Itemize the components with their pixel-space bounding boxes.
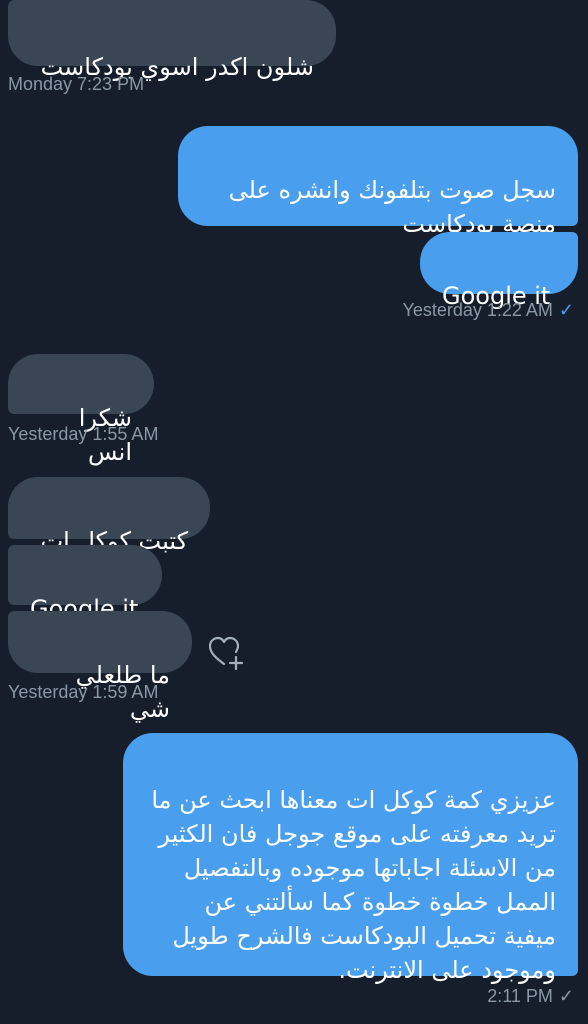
message-timestamp: 2:11 PM ✓ bbox=[487, 986, 574, 1006]
message-text: سجل صوت بتلفونك وانشره على منصة بودكاست bbox=[228, 176, 556, 238]
message-timestamp: Yesterday 1:22 AM ✓ bbox=[402, 300, 574, 320]
incoming-message-bubble[interactable]: شلون اكدر اسوي بودكاست bbox=[8, 0, 336, 81]
outgoing-message-bubble[interactable]: عزيزي كمة كوكل ات معناها ابحث عن ما تريد… bbox=[123, 733, 578, 984]
incoming-message-bubble[interactable]: ما طلعلي شي bbox=[8, 611, 192, 723]
message-timestamp: Yesterday 1:55 AM bbox=[8, 424, 159, 444]
outgoing-message-bubble[interactable]: Google it bbox=[420, 232, 578, 310]
heart-plus-icon[interactable] bbox=[206, 634, 246, 674]
message-timestamp: Monday 7:23 PM bbox=[8, 74, 145, 94]
message-timestamp: Yesterday 1:59 AM bbox=[8, 682, 159, 702]
sent-check-icon: ✓ bbox=[558, 986, 574, 1006]
incoming-message-bubble[interactable]: Google it bbox=[8, 545, 162, 623]
incoming-message-bubble[interactable]: كتبت كوكل ات bbox=[8, 477, 210, 555]
incoming-message-bubble[interactable]: شكرا انس bbox=[8, 354, 154, 466]
message-text: عزيزي كمة كوكل ات معناها ابحث عن ما تريد… bbox=[151, 786, 556, 984]
outgoing-message-bubble[interactable]: سجل صوت بتلفونك وانشره على منصة بودكاست bbox=[178, 126, 578, 238]
sent-check-icon: ✓ bbox=[558, 300, 574, 320]
